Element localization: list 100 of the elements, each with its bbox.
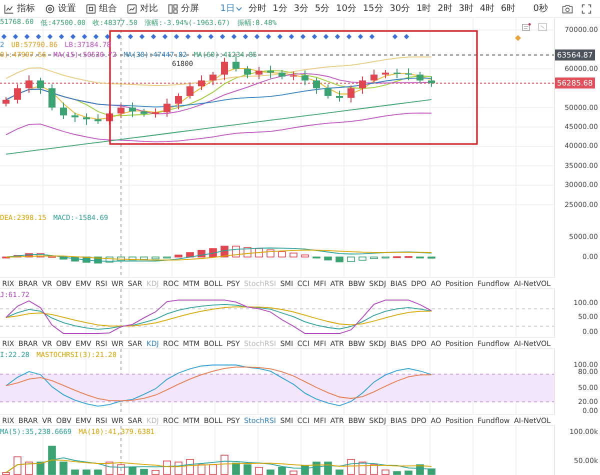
volume-bar bbox=[152, 470, 160, 475]
caret-icon bbox=[236, 6, 242, 10]
diamond-marker-icon bbox=[254, 34, 260, 40]
histogram-bar bbox=[117, 256, 125, 261]
candlestick bbox=[370, 69, 378, 84]
stack-icon bbox=[86, 4, 96, 14]
interval-tab[interactable]: 15分 bbox=[360, 2, 386, 15]
volume-bar bbox=[244, 464, 252, 475]
interval-tab[interactable]: 6时 bbox=[498, 2, 519, 15]
interval-tab[interactable]: 4时 bbox=[476, 2, 498, 15]
volume-bar bbox=[140, 468, 148, 475]
toolbar-button[interactable]: 对比 bbox=[123, 2, 164, 15]
interval-tab[interactable]: 3时 bbox=[456, 2, 477, 15]
candlestick bbox=[267, 65, 274, 79]
toolbar-button[interactable]: 设置 bbox=[41, 2, 82, 15]
candlestick bbox=[244, 66, 251, 79]
diamond-marker-icon bbox=[288, 34, 294, 40]
volume-bar bbox=[255, 466, 263, 475]
volume-bar bbox=[186, 459, 194, 475]
toolbar-button[interactable]: 分屏 bbox=[164, 2, 205, 15]
volume-bar bbox=[106, 462, 114, 475]
fullscreen-icon[interactable] bbox=[581, 4, 592, 14]
interval-tab[interactable]: 3分 bbox=[290, 2, 312, 15]
histogram-bar bbox=[324, 256, 332, 260]
histogram-bar bbox=[106, 256, 114, 263]
histogram-bar bbox=[14, 255, 22, 258]
volume-bar bbox=[301, 465, 309, 475]
settings-icon bbox=[45, 4, 55, 14]
candlestick bbox=[221, 57, 228, 81]
candlestick bbox=[94, 114, 102, 124]
diamond-marker-icon bbox=[277, 34, 283, 40]
diamond-marker-icon bbox=[369, 34, 375, 40]
volume-bar bbox=[347, 459, 355, 475]
interval-tab[interactable]: 2时 bbox=[434, 2, 456, 15]
histogram-bar bbox=[290, 252, 298, 258]
toolbar-button[interactable]: 指标 bbox=[0, 2, 41, 15]
diamond-marker-icon bbox=[36, 34, 42, 40]
diamond-marker-icon bbox=[47, 34, 53, 40]
histogram-bar bbox=[48, 256, 56, 258]
histogram-bar bbox=[128, 256, 136, 260]
interval-tab[interactable]: 1日 bbox=[217, 2, 246, 15]
candlestick bbox=[14, 84, 21, 104]
diamond-marker-icon bbox=[312, 34, 318, 40]
camera-icon[interactable] bbox=[562, 4, 573, 14]
candlestick bbox=[302, 70, 308, 86]
diamond-marker-icon bbox=[93, 34, 99, 40]
candlestick bbox=[2, 96, 10, 107]
histogram-bar bbox=[36, 253, 44, 258]
volume-bar bbox=[25, 462, 33, 475]
diamond-marker-icon bbox=[196, 34, 202, 40]
histogram-bar bbox=[186, 252, 194, 258]
candlestick bbox=[256, 66, 262, 80]
histogram-bar bbox=[278, 251, 286, 258]
volume-bar bbox=[404, 470, 412, 475]
histogram-bar bbox=[152, 256, 160, 260]
line-chart-icon bbox=[4, 4, 14, 14]
histogram-bar bbox=[370, 256, 378, 259]
interval-tab[interactable]: 1分 bbox=[269, 2, 291, 15]
interval-tab[interactable]: 分时 bbox=[245, 2, 270, 15]
volume-bar bbox=[370, 464, 378, 475]
diamond-marker-icon bbox=[150, 34, 156, 40]
volume-bar bbox=[71, 470, 79, 475]
histogram-bar bbox=[358, 256, 366, 261]
histogram-bar bbox=[347, 256, 355, 262]
volume-bar bbox=[36, 462, 44, 475]
diamond-marker-icon bbox=[208, 34, 214, 40]
diamond-marker-icon bbox=[515, 35, 521, 41]
candlestick bbox=[175, 92, 182, 110]
candlestick bbox=[359, 76, 366, 94]
candlestick bbox=[416, 71, 424, 84]
interval-tab[interactable]: 5分 bbox=[312, 2, 333, 15]
candlestick bbox=[186, 82, 194, 100]
split-screen-icon bbox=[168, 4, 178, 14]
diamond-marker-icon bbox=[12, 34, 18, 40]
diamond-marker-icon bbox=[58, 34, 64, 40]
volume-bar bbox=[209, 464, 217, 475]
diamond-marker-icon bbox=[174, 34, 180, 40]
candlestick bbox=[140, 108, 148, 118]
volume-bar bbox=[2, 472, 10, 475]
candlestick bbox=[164, 98, 170, 118]
histogram-bar bbox=[60, 256, 68, 260]
volume-bar bbox=[324, 462, 332, 475]
candlestick bbox=[83, 112, 90, 126]
histogram-bar bbox=[198, 250, 206, 258]
note-icon[interactable] bbox=[522, 23, 531, 31]
interval-tab[interactable]: 30分 bbox=[386, 2, 414, 15]
histogram-bar bbox=[71, 256, 79, 262]
interval-tab[interactable]: 1时 bbox=[413, 2, 434, 15]
volume-bar bbox=[336, 470, 344, 475]
diamond-marker-icon bbox=[82, 34, 88, 40]
volume-bar bbox=[48, 446, 56, 475]
interval-tab[interactable]: 10分 bbox=[332, 2, 360, 15]
volume-bar bbox=[232, 462, 240, 475]
volume-bar bbox=[382, 470, 390, 475]
diamond-marker-icon bbox=[128, 34, 134, 40]
refresh-interval[interactable]: 0秒 bbox=[533, 2, 548, 15]
toolbar-button[interactable]: 组合 bbox=[82, 2, 123, 15]
volume-bar bbox=[174, 462, 182, 475]
volume-bar bbox=[163, 460, 171, 475]
volume-bar bbox=[198, 464, 206, 475]
